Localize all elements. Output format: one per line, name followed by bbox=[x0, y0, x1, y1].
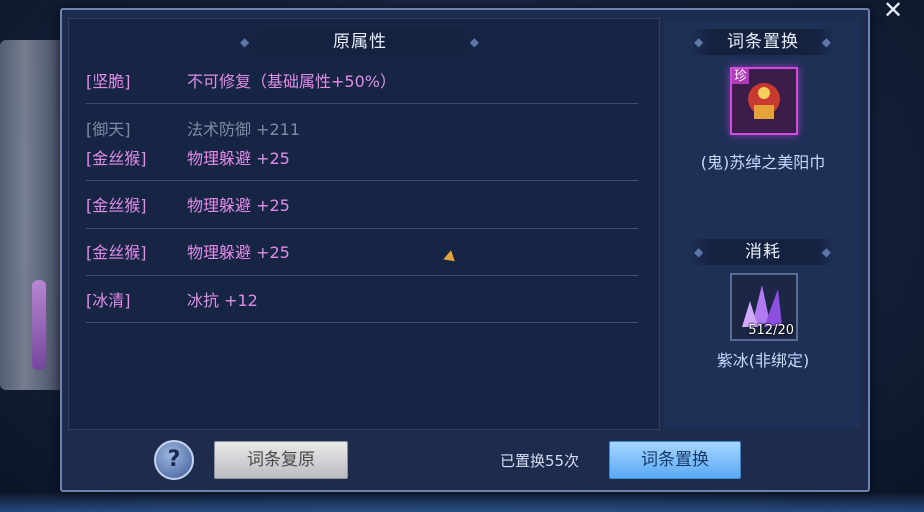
close-icon[interactable]: ✕ bbox=[880, 0, 906, 22]
bottom-glow-decoration bbox=[0, 492, 924, 512]
row-divider bbox=[86, 322, 638, 323]
row-divider bbox=[86, 275, 638, 276]
attribute-tag: [冰清] bbox=[86, 291, 131, 310]
equipment-item-name: (鬼)苏绰之美阳巾 bbox=[700, 153, 826, 172]
row-divider bbox=[86, 180, 638, 181]
scroll-decoration bbox=[0, 40, 62, 390]
replace-header: 词条置换 bbox=[690, 29, 836, 55]
attribute-tag: [金丝猴] bbox=[86, 196, 147, 215]
attribute-value: 冰抗 +12 bbox=[187, 291, 258, 310]
attribute-value: 法术防御 +211 bbox=[187, 120, 301, 139]
restore-button[interactable]: 词条复原 bbox=[214, 441, 348, 479]
equipment-item-slot[interactable]: 珍 bbox=[730, 67, 798, 135]
attribute-value: 不可修复（基础属性+50%） bbox=[187, 72, 396, 91]
attribute-value: 物理躲避 +25 bbox=[187, 243, 290, 262]
material-quantity: 512/20 bbox=[748, 323, 794, 338]
cost-header: 消耗 bbox=[690, 239, 836, 265]
attribute-value: 物理躲避 +25 bbox=[187, 149, 290, 168]
help-button[interactable]: ? bbox=[154, 440, 194, 480]
tassel-decoration bbox=[32, 280, 46, 370]
attribute-tag: [金丝猴] bbox=[86, 243, 147, 262]
attribute-tag: [金丝猴] bbox=[86, 149, 147, 168]
swap-button[interactable]: 词条置换 bbox=[609, 441, 741, 479]
swap-count-text: 已置换55次 bbox=[500, 452, 580, 470]
attribute-tag: [坚脆] bbox=[86, 72, 131, 91]
material-item-slot[interactable]: 512/20 bbox=[730, 273, 798, 341]
material-item-name: 紫冰(非绑定) bbox=[716, 351, 810, 370]
attribute-value: 物理躲避 +25 bbox=[187, 196, 290, 215]
rare-badge: 珍 bbox=[732, 69, 750, 84]
attribute-tag: [御天] bbox=[86, 120, 131, 139]
row-divider bbox=[86, 228, 638, 229]
row-divider bbox=[86, 103, 638, 104]
original-attributes-header: 原属性 bbox=[236, 29, 484, 55]
